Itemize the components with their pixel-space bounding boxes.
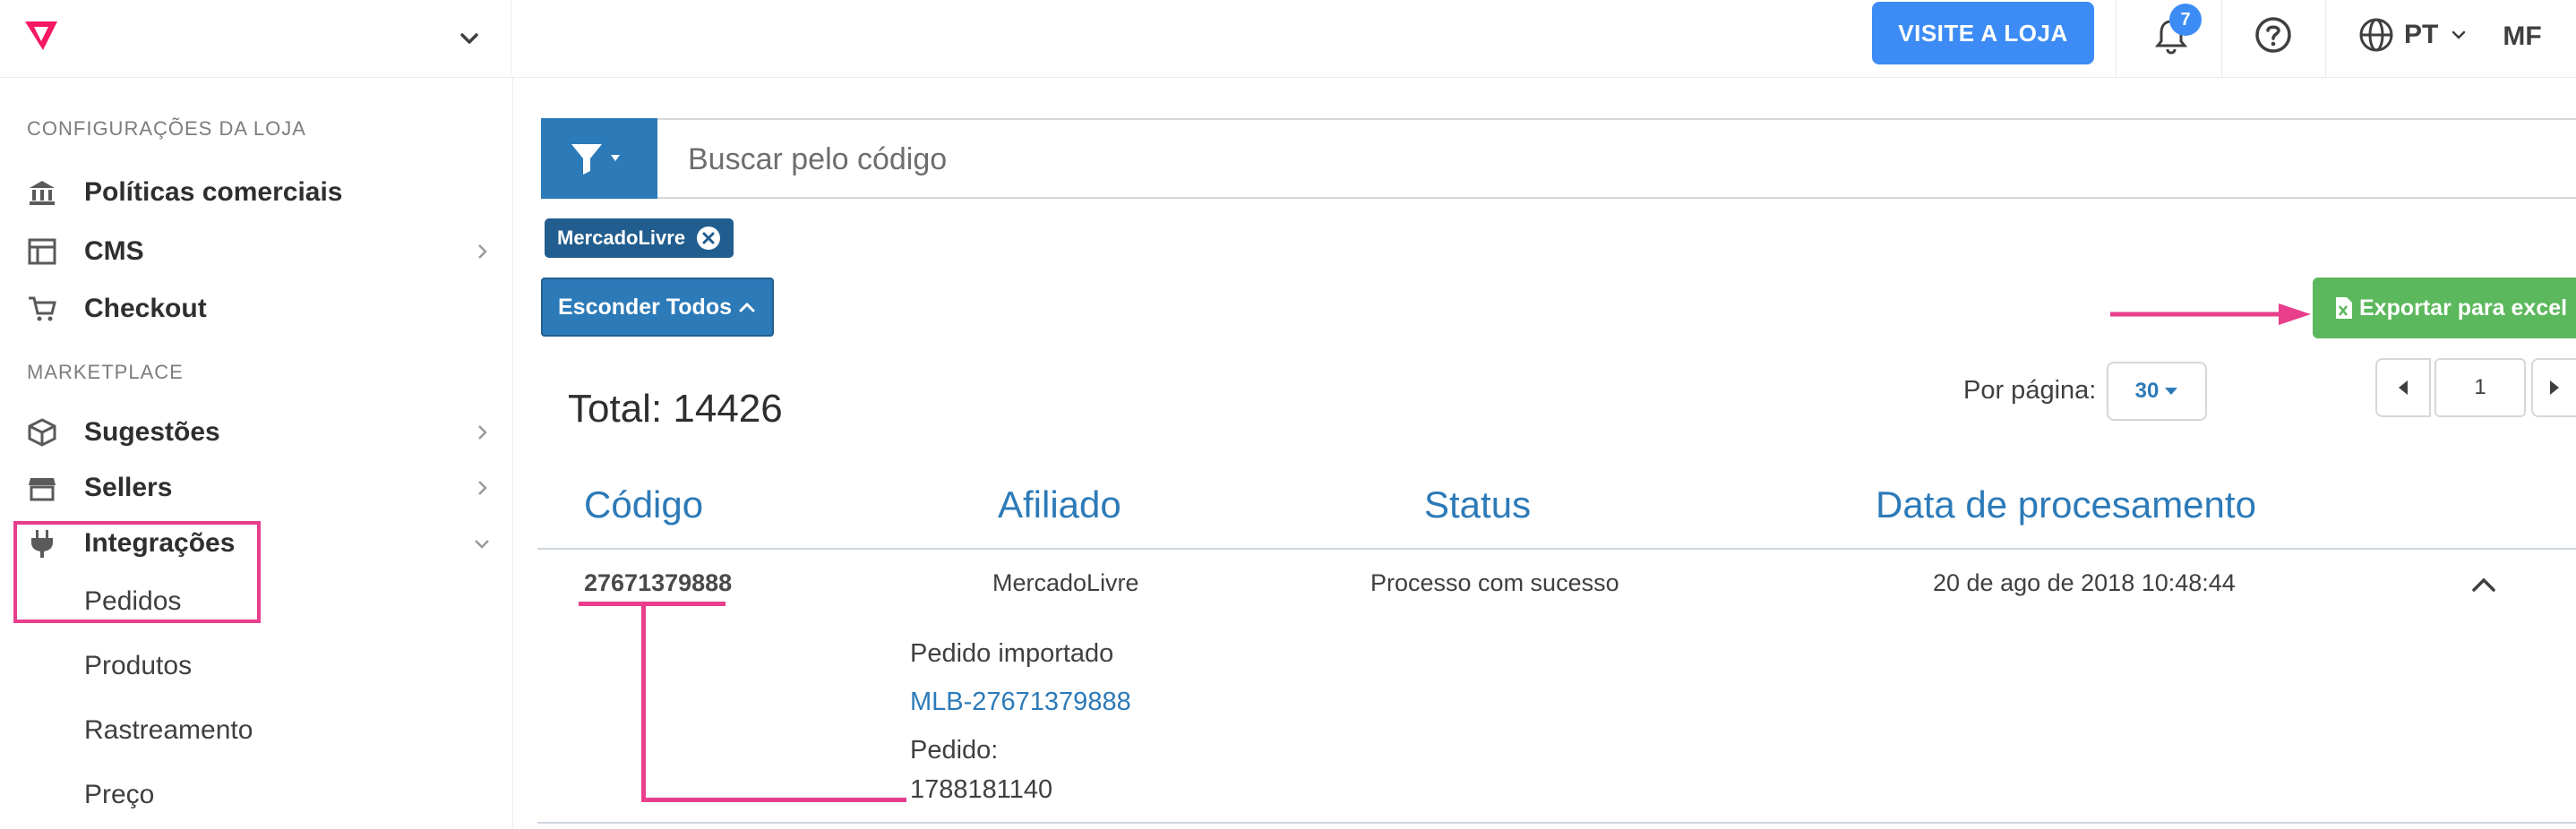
sidebar-item-sellers[interactable]: Sellers (27, 466, 493, 509)
row-code[interactable]: 27671379888 (584, 569, 732, 597)
column-header-status[interactable]: Status (1424, 483, 1531, 526)
caret-left-icon (2399, 380, 2408, 395)
row-date: 20 de ago de 2018 10:48:44 (1933, 569, 2236, 596)
vtex-logo-icon[interactable] (21, 16, 61, 56)
column-header-processing-date[interactable]: Data de procesamento (1876, 483, 2256, 526)
sidebar-item-label: Checkout (84, 294, 207, 323)
chevron-up-icon (739, 302, 755, 312)
row-affiliate: MercadoLivre (992, 569, 1139, 596)
chevron-down-icon (460, 33, 478, 44)
row-status: Processo com sucesso (1370, 569, 1619, 596)
sidebar-item-label: Políticas comerciais (84, 177, 343, 207)
hide-all-label: Esconder Todos (557, 294, 732, 320)
section-title-marketplace: MARKETPLACE (27, 361, 184, 383)
export-label: Exportar para excel (2359, 295, 2568, 320)
layout-icon (28, 238, 56, 265)
notification-badge: 7 (2169, 4, 2202, 36)
sidebar-subitem-tracking[interactable]: Rastreamento (84, 715, 253, 746)
pagination-page-input[interactable] (2434, 358, 2526, 417)
help-icon[interactable] (2254, 15, 2293, 55)
pagination-prev-button[interactable] (2375, 358, 2431, 417)
filter-button[interactable] (541, 118, 657, 199)
sidebar-item-label: Sugestões (84, 417, 220, 447)
chevron-up-icon[interactable] (2470, 575, 2497, 594)
table-header-divider (537, 548, 2576, 550)
pagination-next-button[interactable] (2531, 358, 2576, 417)
filter-icon (571, 144, 620, 175)
sidebar-item-label: Sellers (84, 473, 173, 502)
detail-order-link[interactable]: MLB-27671379888 (910, 688, 1131, 717)
sidebar-item-label: CMS (84, 236, 144, 266)
visit-store-button[interactable]: VISITE A LOJA (1872, 2, 2094, 64)
annotation-connector (641, 602, 906, 802)
sidebar-item-commercial-policies[interactable]: Políticas comerciais (27, 171, 493, 214)
chevron-down-icon (475, 540, 489, 549)
hide-all-button[interactable]: Esconder Todos (541, 278, 774, 337)
chevron-right-icon (478, 481, 487, 495)
column-header-affiliate[interactable]: Afiliado (998, 483, 1121, 526)
top-bar: VISITE A LOJA 7 PT MF (0, 0, 2576, 78)
file-excel-icon (2336, 297, 2352, 319)
chevron-down-icon (2451, 30, 2466, 39)
per-page-label: Por página: (1963, 376, 2097, 405)
detail-order-value: 1788181140 (910, 775, 1053, 804)
avatar[interactable]: MF (2494, 16, 2551, 57)
box-icon (28, 418, 56, 447)
detail-imported-label: Pedido importado (910, 639, 1114, 668)
total-count: Total: 14426 (568, 387, 783, 431)
caret-right-icon (2550, 380, 2559, 395)
table-row-divider (537, 822, 2576, 824)
search-input[interactable] (686, 136, 2302, 183)
bank-icon (30, 181, 55, 205)
sidebar-subitem-products[interactable]: Produtos (84, 651, 192, 681)
sidebar-item-cms[interactable]: CMS (27, 230, 493, 273)
per-page-select[interactable]: 30 (2107, 362, 2207, 421)
globe-icon[interactable] (2357, 16, 2395, 54)
sidebar-item-suggestions[interactable]: Sugestões (27, 411, 493, 454)
language-selector[interactable]: PT (2404, 20, 2438, 50)
filter-chip-label: MercadoLivre (557, 226, 686, 249)
cart-icon (29, 296, 56, 321)
detail-order-label: Pedido: (910, 736, 999, 765)
section-title-store: CONFIGURAÇÕES DA LOJA (27, 117, 306, 140)
sidebar-subitem-price[interactable]: Preço (84, 780, 154, 810)
close-icon[interactable] (696, 226, 721, 251)
export-excel-button[interactable]: Exportar para excel (2313, 278, 2576, 338)
chevron-right-icon (478, 244, 487, 259)
divider (2221, 0, 2222, 77)
annotation-arrow (2110, 303, 2311, 325)
chevron-right-icon (478, 425, 487, 440)
sidebar: CONFIGURAÇÕES DA LOJA Políticas comercia… (0, 78, 513, 829)
annotation-highlight-box (13, 521, 261, 623)
divider (2325, 0, 2326, 77)
column-header-code[interactable]: Código (584, 483, 703, 526)
sidebar-item-checkout[interactable]: Checkout (27, 287, 493, 330)
divider (2116, 0, 2117, 77)
caret-down-icon (2165, 388, 2178, 395)
account-select[interactable] (81, 0, 511, 77)
filter-chip-mercadolivre: MercadoLivre (545, 218, 734, 258)
store-icon (29, 478, 56, 501)
per-page-value: 30 (2134, 379, 2160, 403)
